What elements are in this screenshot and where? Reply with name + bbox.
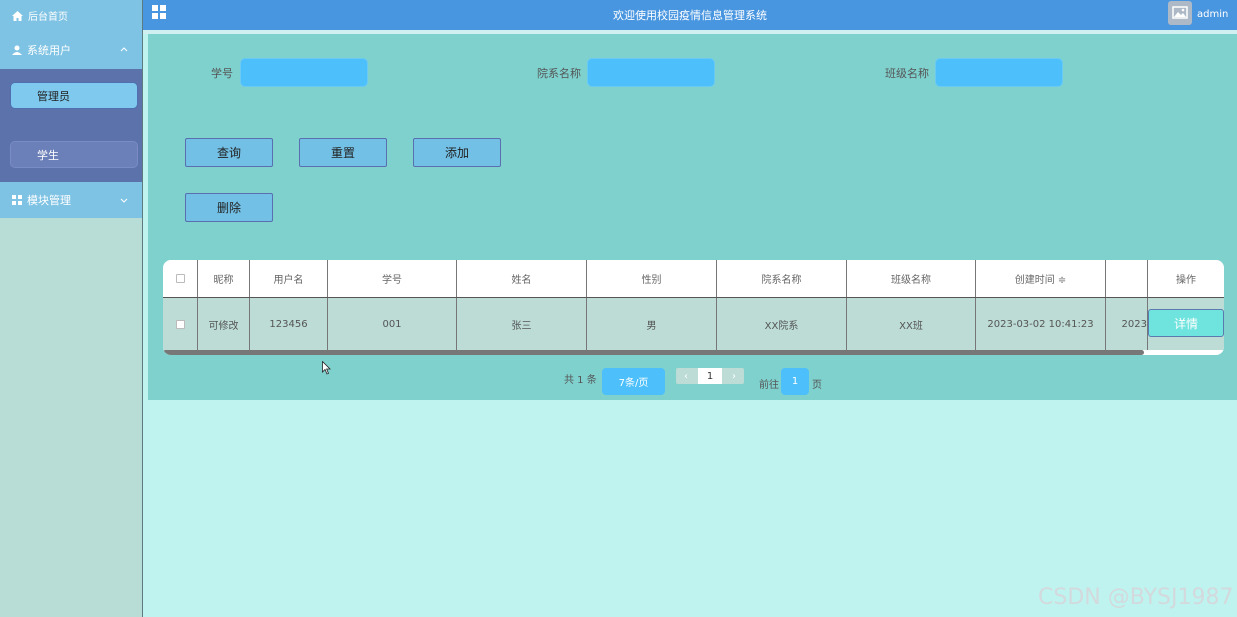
sidebar-item-home-label: 后台首页 [28, 12, 68, 23]
sidebar-item-admin[interactable]: 管理员 [10, 82, 138, 109]
sidebar-group-users-label: 系统用户 [27, 44, 71, 57]
header-checkbox-cell[interactable] [163, 260, 198, 297]
horizontal-scrollbar[interactable] [163, 350, 1144, 355]
row-checkbox-cell[interactable] [163, 298, 198, 350]
page-title: 欢迎使用校园疫情信息管理系统 [613, 9, 767, 22]
cell-student-no: 001 [328, 298, 457, 350]
cell-username: 123456 [250, 298, 328, 350]
select-all-checkbox[interactable] [175, 274, 185, 283]
header-class-name: 班级名称 [847, 260, 976, 297]
table-header: 昵称 用户名 学号 姓名 性别 院系名称 班级名称 创建时间 ≑ 操作 [163, 260, 1224, 298]
sidebar-group-users[interactable]: 系统用户 [0, 31, 142, 69]
header-updated-partial [1106, 260, 1148, 297]
header-created-time[interactable]: 创建时间 ≑ [976, 260, 1106, 297]
cell-department: XX院系 [717, 298, 847, 350]
header-name: 姓名 [457, 260, 587, 297]
grid-icon [12, 195, 22, 205]
cell-class-name: XX班 [847, 298, 976, 350]
department-label: 院系名称 [537, 67, 581, 80]
chevron-up-icon [120, 47, 128, 52]
cell-updated-partial: 2023 [1106, 298, 1148, 350]
prev-page-icon[interactable]: ‹ [676, 368, 696, 384]
page-suffix-label: 页 [812, 380, 822, 391]
header-student-no: 学号 [328, 260, 457, 297]
sidebar-submenu-users: 管理员 学生 [0, 69, 142, 182]
pagination-total: 共 1 条 [564, 375, 597, 386]
sidebar-group-modules[interactable]: 模块管理 [0, 182, 142, 218]
delete-button[interactable]: 删除 [185, 193, 273, 222]
main-panel: 学号 院系名称 班级名称 查询 重置 添加 删除 昵称 用户名 学号 姓名 性别… [148, 34, 1237, 400]
detail-button[interactable]: 详情 [1148, 309, 1224, 337]
data-table: 昵称 用户名 学号 姓名 性别 院系名称 班级名称 创建时间 ≑ 操作 可修改 … [163, 260, 1224, 355]
cell-name: 张三 [457, 298, 587, 350]
sidebar: 后台首页 系统用户 管理员 学生 模块管理 [0, 0, 143, 617]
cell-gender: 男 [587, 298, 717, 350]
page-size-select[interactable]: 7条/页 [602, 368, 665, 395]
student-no-input[interactable] [240, 58, 368, 87]
cell-nickname: 可修改 [198, 298, 250, 350]
header-action: 操作 [1176, 275, 1196, 286]
query-button[interactable]: 查询 [185, 138, 273, 167]
table-row: 可修改 123456 001 张三 男 XX院系 XX班 2023-03-02 … [163, 298, 1224, 350]
chevron-down-icon [120, 198, 128, 203]
goto-page-input[interactable]: 1 [781, 368, 809, 395]
cell-created-time: 2023-03-02 10:41:23 [976, 298, 1106, 350]
goto-label: 前往 [759, 380, 779, 391]
sidebar-group-modules-label: 模块管理 [27, 194, 71, 207]
avatar[interactable] [1168, 1, 1192, 25]
header-department: 院系名称 [717, 260, 847, 297]
header-gender: 性别 [587, 260, 717, 297]
header-username: 用户名 [250, 260, 328, 297]
username-label[interactable]: admin [1197, 9, 1228, 20]
class-name-label: 班级名称 [885, 67, 929, 80]
mouse-cursor-icon [322, 361, 331, 375]
user-icon [12, 45, 22, 55]
add-button[interactable]: 添加 [413, 138, 501, 167]
class-name-input[interactable] [935, 58, 1063, 87]
sidebar-item-student[interactable]: 学生 [10, 141, 138, 168]
header-nickname: 昵称 [198, 260, 250, 297]
image-icon [1172, 6, 1188, 19]
row-checkbox[interactable] [175, 319, 185, 329]
home-icon [12, 10, 23, 21]
sidebar-item-home[interactable]: 后台首页 [0, 0, 142, 31]
student-no-label: 学号 [211, 67, 233, 80]
reset-button[interactable]: 重置 [299, 138, 387, 167]
next-page-icon[interactable]: › [724, 368, 744, 384]
top-header: 欢迎使用校园疫情信息管理系统 admin [143, 0, 1237, 30]
department-input[interactable] [587, 58, 715, 87]
pager: ‹ 1 › [676, 368, 744, 384]
current-page-number[interactable]: 1 [698, 368, 722, 384]
watermark: CSDN @BYSJ1987 [1038, 585, 1234, 610]
